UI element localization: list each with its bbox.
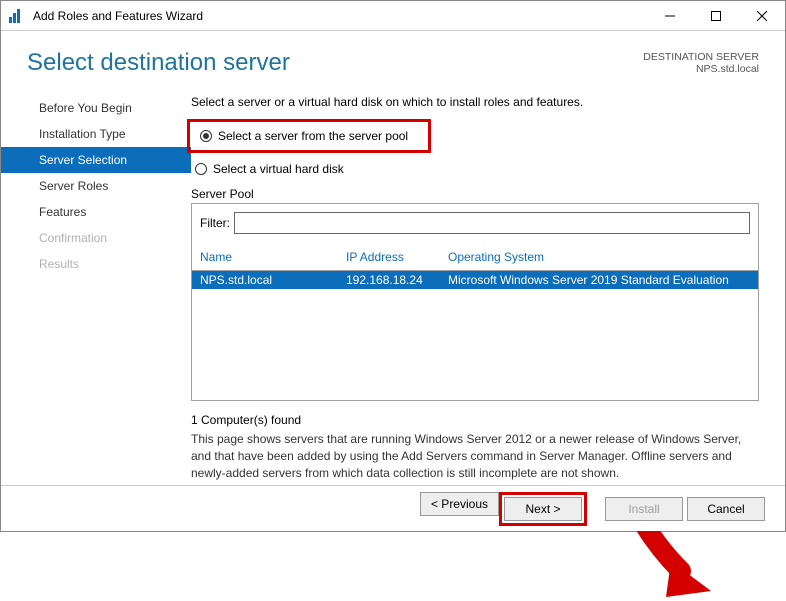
server-row-ip: 192.168.18.24 (346, 273, 448, 287)
help-text: This page shows servers that are running… (191, 431, 759, 481)
minimize-button[interactable] (647, 1, 693, 31)
step-before-you-begin[interactable]: Before You Begin (1, 95, 191, 121)
server-row[interactable]: NPS.std.local 192.168.18.24 Microsoft Wi… (192, 271, 758, 289)
cancel-button[interactable]: Cancel (687, 497, 765, 521)
titlebar: Add Roles and Features Wizard (1, 1, 785, 31)
step-features[interactable]: Features (1, 199, 191, 225)
column-headers: Name IP Address Operating System (192, 242, 758, 270)
install-button: Install (605, 497, 683, 521)
radio-server-pool[interactable]: Select a server from the server pool (196, 126, 408, 146)
server-pool-box: Filter: Name IP Address Operating System… (191, 203, 759, 401)
filter-label: Filter: (200, 216, 230, 230)
server-manager-icon (9, 9, 25, 23)
column-header-os[interactable]: Operating System (448, 250, 750, 264)
destination-label: DESTINATION SERVER (643, 51, 759, 63)
annotation-highlight-next: Next > (499, 492, 587, 526)
maximize-button[interactable] (693, 1, 739, 31)
step-installation-type[interactable]: Installation Type (1, 121, 191, 147)
destination-info: DESTINATION SERVER NPS.std.local (643, 49, 759, 77)
radio-virtual-hard-disk[interactable]: Select a virtual hard disk (191, 159, 759, 179)
close-button[interactable] (739, 1, 785, 31)
page-title: Select destination server (27, 49, 643, 77)
footer: < Previous Next > Install Cancel (1, 485, 785, 531)
annotation-highlight-radio: Select a server from the server pool (187, 119, 431, 153)
step-confirmation: Confirmation (1, 225, 191, 251)
server-list: NPS.std.local 192.168.18.24 Microsoft Wi… (192, 270, 758, 400)
server-row-os: Microsoft Windows Server 2019 Standard E… (448, 273, 750, 287)
computers-found-text: 1 Computer(s) found (191, 413, 759, 427)
radio-button-icon (195, 163, 207, 175)
server-row-name: NPS.std.local (200, 273, 346, 287)
destination-value: NPS.std.local (643, 63, 759, 75)
instruction-text: Select a server or a virtual hard disk o… (191, 95, 759, 109)
step-server-roles[interactable]: Server Roles (1, 173, 191, 199)
radio-server-pool-label: Select a server from the server pool (218, 129, 408, 143)
wizard-steps: Before You Begin Installation Type Serve… (1, 91, 191, 481)
filter-input[interactable] (234, 212, 750, 234)
server-pool-label: Server Pool (191, 187, 759, 201)
step-results: Results (1, 251, 191, 277)
radio-button-icon (200, 130, 212, 142)
next-button[interactable]: Next > (504, 497, 582, 521)
window-title: Add Roles and Features Wizard (33, 9, 647, 23)
previous-button[interactable]: < Previous (420, 492, 499, 516)
column-header-name[interactable]: Name (200, 250, 346, 264)
column-header-ip[interactable]: IP Address (346, 250, 448, 264)
radio-virtual-hard-disk-label: Select a virtual hard disk (213, 162, 344, 176)
step-server-selection[interactable]: Server Selection (1, 147, 191, 173)
header: Select destination server DESTINATION SE… (1, 31, 785, 91)
